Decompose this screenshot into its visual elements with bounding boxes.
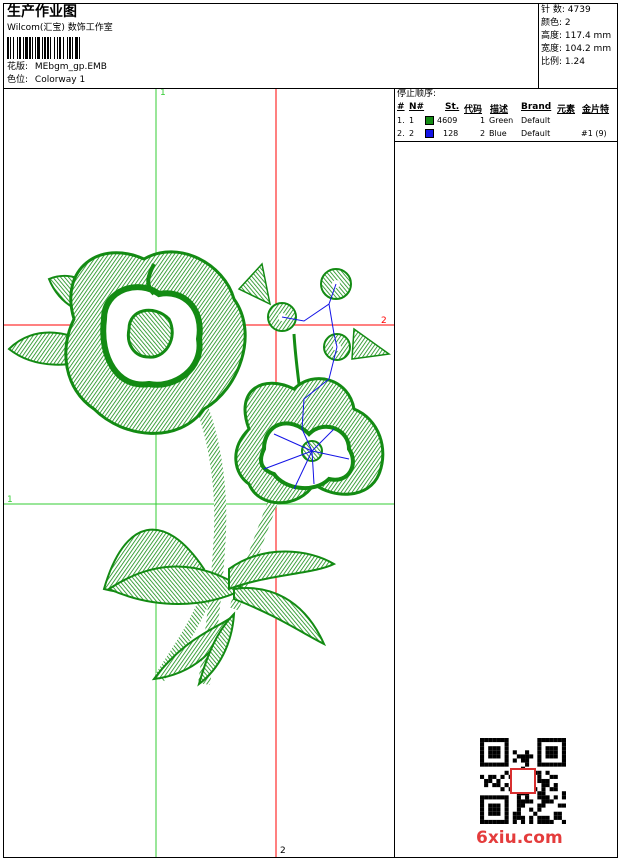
col-header-index: # xyxy=(397,102,405,112)
table-row-1-needle: 1 xyxy=(409,116,415,125)
panel-divider xyxy=(394,88,395,858)
stat-scale: 比例: 1.24 xyxy=(541,57,585,67)
colorway-row: 色位: Colorway 1 xyxy=(7,75,85,86)
stat-colors: 颜色: 2 xyxy=(541,18,571,28)
col-header-code: 代码 xyxy=(464,105,483,115)
design-file: MEbgm_gp.EMB xyxy=(34,62,107,72)
page-title: 生产作业图 xyxy=(7,4,77,20)
col-header-stitches: St. xyxy=(445,102,460,112)
stats-divider xyxy=(538,3,539,88)
leaf-right-lower xyxy=(233,587,327,647)
watermark-logo: 6xiu.com xyxy=(476,828,563,848)
table-row-1-code: 1 xyxy=(480,116,486,125)
guide-label-green-top: 1 xyxy=(160,89,166,98)
colorway-label: 色位: xyxy=(7,75,29,85)
table-row-2-index: 2. xyxy=(397,129,405,138)
table-row-1-desc: Green xyxy=(489,116,514,125)
leaf-right xyxy=(228,550,337,591)
rose-center xyxy=(126,308,174,359)
col-header-desc: 描述 xyxy=(490,105,509,115)
table-row-1-brand: Default xyxy=(521,116,551,125)
table-row-2-code: 2 xyxy=(480,129,486,138)
stop-sequence-title: 停止顺序: xyxy=(397,89,437,99)
design-row: 花版: MEbgm_gp.EMB xyxy=(7,62,107,73)
col-header-needle: N# xyxy=(409,102,425,112)
table-row-1-index: 1. xyxy=(397,116,405,125)
design-label: 花版: xyxy=(7,62,29,72)
colorway-value: Colorway 1 xyxy=(34,75,86,85)
table-row-2-swatch xyxy=(425,129,434,138)
table-row-1-swatch xyxy=(425,116,434,125)
table-row-2-needle: 2 xyxy=(409,129,415,138)
table-bottom-rule xyxy=(394,141,618,142)
table-row-2-sequin: #1 (9) xyxy=(581,129,607,138)
table-row-2-stitches: 128 xyxy=(443,129,459,138)
table-row-2-brand: Default xyxy=(521,129,551,138)
barcode xyxy=(7,37,80,59)
design-canvas: 1 1 2 2 xyxy=(4,89,394,857)
qr-code xyxy=(480,738,566,824)
guide-label-green-left: 1 xyxy=(7,495,13,505)
stat-height: 高度: 117.4 mm xyxy=(541,31,612,41)
col-header-sequin: 金片特 xyxy=(582,105,610,115)
guide-label-red-right: 2 xyxy=(381,316,387,326)
table-row-1-stitches: 4609 xyxy=(437,116,458,125)
stat-stitches: 针 数: 4739 xyxy=(541,5,591,15)
embroidery-design xyxy=(4,89,394,857)
table-row-2-desc: Blue xyxy=(489,129,507,138)
col-header-brand: Brand xyxy=(521,102,552,112)
guide-label-red-bottom: 2 xyxy=(280,846,286,856)
stat-width: 宽度: 104.2 mm xyxy=(541,44,612,54)
company-name: Wilcom(汇宝) 数饰工作室 xyxy=(7,23,113,33)
col-header-element: 元素 xyxy=(557,105,576,115)
